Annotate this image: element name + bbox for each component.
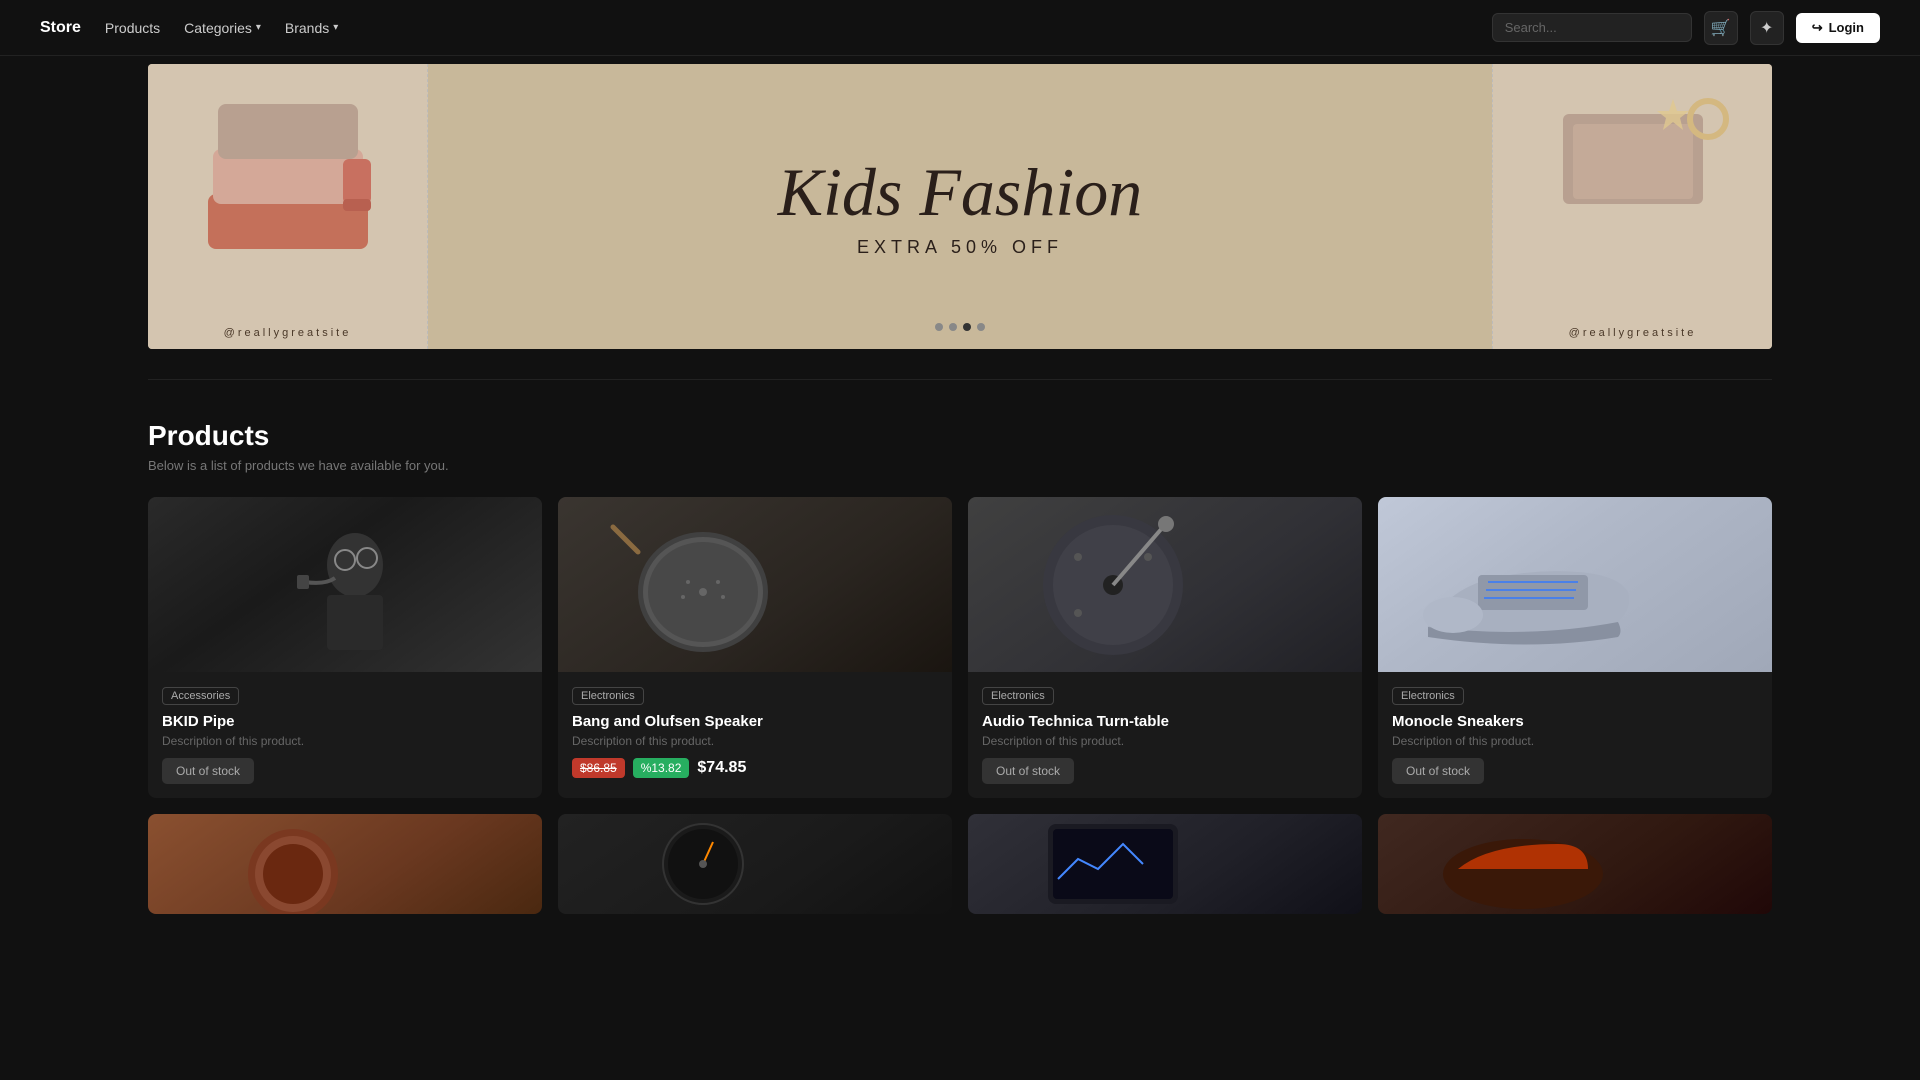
product-desc: Description of this product. <box>572 734 938 748</box>
product-body-turntable: Electronics Audio Technica Turn-table De… <box>968 672 1362 798</box>
product-card-turntable[interactable]: Electronics Audio Technica Turn-table De… <box>968 497 1362 798</box>
section-divider <box>148 379 1772 380</box>
product-body-sneakers: Electronics Monocle Sneakers Description… <box>1378 672 1772 798</box>
chevron-down-icon: ▾ <box>333 22 338 33</box>
product-desc: Description of this product. <box>1392 734 1758 748</box>
product-tag: Electronics <box>982 687 1054 705</box>
nav-link-categories[interactable]: Categories ▾ <box>184 20 261 36</box>
settings-icon[interactable]: ✦ <box>1750 11 1784 45</box>
product-image-turntable <box>968 497 1362 672</box>
login-icon: ↪ <box>1812 20 1823 36</box>
search-input[interactable] <box>1492 13 1692 42</box>
product-desc: Description of this product. <box>982 734 1348 748</box>
hero-handle-right: @reallygreatsite <box>1569 327 1697 339</box>
carousel-dot-2[interactable] <box>949 323 957 331</box>
product-image-pipe <box>148 497 542 672</box>
products-section: Products Below is a list of products we … <box>148 420 1772 914</box>
product-card-watch[interactable] <box>148 814 542 914</box>
carousel-dot-4[interactable] <box>977 323 985 331</box>
carousel-dot-1[interactable] <box>935 323 943 331</box>
product-card-speaker[interactable]: Electronics Bang and Olufsen Speaker Des… <box>558 497 952 798</box>
cart-icon[interactable]: 🛒 <box>1704 11 1738 45</box>
product-card-tablet[interactable] <box>968 814 1362 914</box>
out-of-stock-button[interactable]: Out of stock <box>1392 758 1484 784</box>
price-row: $86.85 %13.82 $74.85 <box>572 758 938 778</box>
carousel-dot-3[interactable] <box>963 323 971 331</box>
product-card-bkid-pipe[interactable]: Accessories BKID Pipe Description of thi… <box>148 497 542 798</box>
chevron-down-icon: ▾ <box>256 22 261 33</box>
product-name: Bang and Olufsen Speaker <box>572 713 938 730</box>
product-image-watch <box>148 814 542 914</box>
hero-dots <box>935 323 985 331</box>
hero-image-right: @reallygreatsite <box>1492 64 1772 349</box>
products-title: Products <box>148 420 1772 452</box>
out-of-stock-button[interactable]: Out of stock <box>162 758 254 784</box>
product-desc: Description of this product. <box>162 734 528 748</box>
hero-banner: @reallygreatsite Kids Fashion EXTRA 50% … <box>148 64 1772 349</box>
product-tag: Accessories <box>162 687 239 705</box>
product-tag: Electronics <box>572 687 644 705</box>
product-card-dial[interactable] <box>558 814 952 914</box>
products-description: Below is a list of products we have avai… <box>148 458 1772 473</box>
product-name: BKID Pipe <box>162 713 528 730</box>
product-body-speaker: Electronics Bang and Olufsen Speaker Des… <box>558 672 952 792</box>
product-tag: Electronics <box>1392 687 1464 705</box>
price-old: $86.85 <box>572 758 625 778</box>
product-card-car[interactable] <box>1378 814 1772 914</box>
price-discount: %13.82 <box>633 758 690 778</box>
product-image-sneakers <box>1378 497 1772 672</box>
nav-brand[interactable]: Store <box>40 19 81 37</box>
product-name: Audio Technica Turn-table <box>982 713 1348 730</box>
product-image-tablet <box>968 814 1362 914</box>
nav-link-products[interactable]: Products <box>105 20 160 36</box>
login-button[interactable]: ↪ Login <box>1796 13 1880 43</box>
price-current: $74.85 <box>697 759 746 777</box>
hero-subtitle: EXTRA 50% OFF <box>488 237 1432 258</box>
hero-center: Kids Fashion EXTRA 50% OFF <box>428 135 1492 279</box>
hero-handle-left: @reallygreatsite <box>224 327 352 339</box>
products-grid: Accessories BKID Pipe Description of thi… <box>148 497 1772 914</box>
product-name: Monocle Sneakers <box>1392 713 1758 730</box>
product-image-dial <box>558 814 952 914</box>
hero-title: Kids Fashion <box>488 155 1432 230</box>
product-image-car <box>1378 814 1772 914</box>
product-body-pipe: Accessories BKID Pipe Description of thi… <box>148 672 542 798</box>
nav-right: 🛒 ✦ ↪ Login <box>1492 11 1880 45</box>
product-image-speaker <box>558 497 952 672</box>
navbar: Store Products Categories ▾ Brands ▾ 🛒 ✦… <box>0 0 1920 56</box>
hero-image-left: @reallygreatsite <box>148 64 428 349</box>
out-of-stock-button[interactable]: Out of stock <box>982 758 1074 784</box>
nav-link-brands[interactable]: Brands ▾ <box>285 20 338 36</box>
product-card-sneakers[interactable]: Electronics Monocle Sneakers Description… <box>1378 497 1772 798</box>
